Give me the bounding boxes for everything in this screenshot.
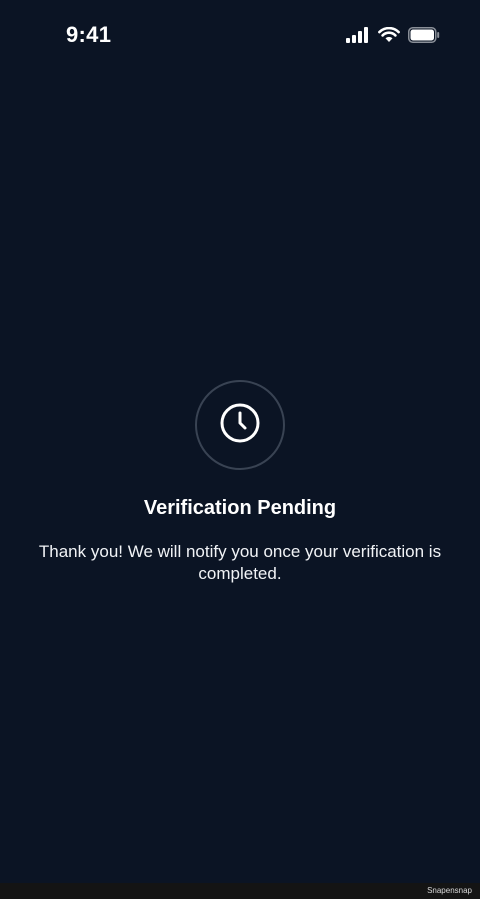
pending-message: Thank you! We will notify you once your … xyxy=(38,542,442,583)
pending-icon-ring xyxy=(195,380,285,470)
cellular-signal-icon xyxy=(346,27,370,43)
clock-icon xyxy=(218,401,262,450)
status-time: 9:41 xyxy=(66,22,112,47)
status-bar: 9:41 xyxy=(0,0,480,72)
watermark-text: Snapensnap xyxy=(427,886,472,895)
page-title: Verification Pending xyxy=(143,497,337,519)
battery-icon xyxy=(408,27,440,43)
status-icons xyxy=(346,26,440,44)
bottom-bar: Snapensnap xyxy=(0,883,480,899)
wifi-icon xyxy=(378,27,400,43)
verification-pending-screen: 9:41 Verification Pending Thank you! We … xyxy=(0,0,480,899)
